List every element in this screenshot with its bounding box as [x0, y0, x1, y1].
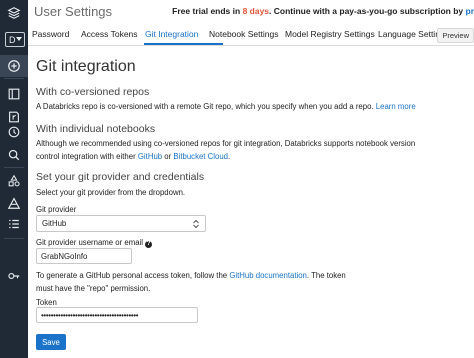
- coversioned-heading: With co-versioned repos: [36, 86, 150, 98]
- sidebar-divider: [4, 167, 24, 168]
- tab-git-integration[interactable]: Git Integration: [145, 29, 198, 39]
- username-input[interactable]: GrabNGoInfo: [36, 248, 132, 264]
- learn-more-link[interactable]: Learn more: [376, 102, 416, 111]
- active-tab-indicator: [144, 43, 223, 45]
- git-provider-value: GitHub: [42, 219, 67, 228]
- username-label: Git provider username or email?: [36, 238, 153, 248]
- datasets-icon[interactable]: [0, 192, 28, 214]
- search-icon[interactable]: [0, 144, 28, 166]
- plus-icon[interactable]: [0, 55, 28, 77]
- sidebar: D: [0, 0, 28, 358]
- workspace-selector[interactable]: D: [5, 32, 25, 47]
- username-label-text: Git provider username or email: [36, 238, 144, 247]
- tab-password[interactable]: Password: [32, 29, 69, 39]
- workspace-selector-label: D: [9, 34, 16, 45]
- notebooks-text-line2: control integration with either GitHub o…: [36, 150, 230, 163]
- git-provider-select[interactable]: GitHub: [36, 215, 206, 232]
- chevron-down-icon: [16, 37, 22, 41]
- token-instructions-line2: must have the "repo" permission.: [36, 284, 151, 293]
- help-icon[interactable]: ?: [145, 241, 153, 248]
- tab-access-tokens[interactable]: Access Tokens: [81, 29, 138, 39]
- sidebar-divider: [4, 238, 24, 239]
- token-line1-prefix: To generate a GitHub personal access tok…: [36, 271, 230, 280]
- recents-icon[interactable]: [0, 121, 28, 143]
- coversioned-text: A Databricks repo is co-versioned with a…: [36, 100, 416, 113]
- tab-model-registry-settings[interactable]: Model Registry Settings: [285, 29, 375, 39]
- key-icon[interactable]: [0, 265, 28, 287]
- git-provider-label: Git provider: [36, 205, 77, 214]
- chevron-updown-icon: [193, 219, 199, 229]
- trial-suffix: . Continue with a pay-as-you-go subscrip…: [269, 6, 466, 16]
- period-text: .: [228, 152, 231, 161]
- page-title: User Settings: [34, 4, 113, 19]
- trial-days: 8 days: [242, 6, 270, 16]
- coversioned-description: A Databricks repo is co-versioned with a…: [36, 102, 374, 111]
- preview-badge: Preview: [437, 28, 474, 43]
- bitbucket-link[interactable]: Bitbucket Cloud: [173, 152, 228, 161]
- shapes-icon[interactable]: [0, 170, 28, 192]
- github-documentation-link[interactable]: GitHub documentation: [229, 271, 307, 280]
- jobs-icon[interactable]: [0, 213, 28, 235]
- trial-prefix: Free trial ends in: [172, 6, 243, 16]
- workspace-icon[interactable]: [0, 83, 28, 105]
- provider-instructions: Select your git provider from the dropdo…: [36, 188, 186, 197]
- trial-banner: Free trial ends in 8 days. Continue with…: [172, 6, 474, 16]
- token-label: Token: [36, 298, 57, 307]
- tab-notebook-settings[interactable]: Notebook Settings: [209, 29, 278, 39]
- or-text: or: [162, 152, 174, 161]
- settings-tabs: Password Access Tokens Git Integration N…: [28, 26, 474, 46]
- github-link[interactable]: GitHub: [138, 152, 162, 161]
- trial-link[interactable]: pr: [466, 6, 474, 16]
- save-button[interactable]: Save: [36, 334, 66, 350]
- sidebar-divider: [4, 78, 24, 79]
- token-input[interactable]: ••••••••••••••••••••••••••••••••••••••••: [36, 307, 198, 323]
- layers-icon[interactable]: [0, 2, 28, 24]
- provider-heading: Set your git provider and credentials: [36, 171, 205, 183]
- notebooks-text-line1: Although we recommended using co-version…: [36, 139, 416, 148]
- notebooks-line2-prefix: control integration with either: [36, 152, 138, 161]
- token-instructions-line1: To generate a GitHub personal access tok…: [36, 269, 346, 282]
- token-line1-suffix: . The token: [306, 271, 346, 280]
- section-title: Git integration: [36, 58, 136, 75]
- notebooks-heading: With individual notebooks: [36, 123, 156, 135]
